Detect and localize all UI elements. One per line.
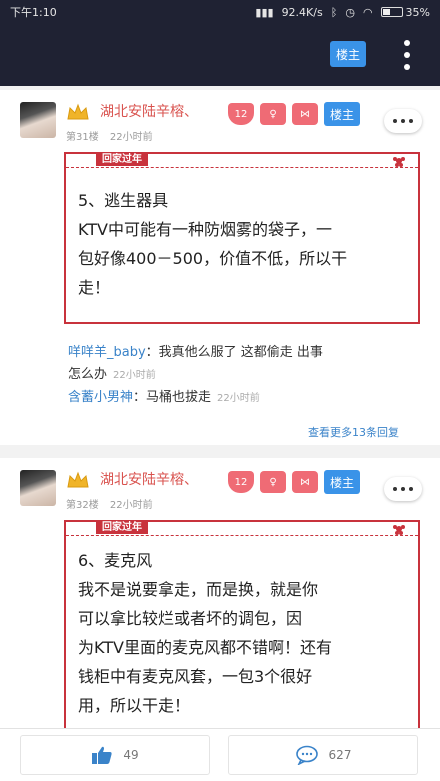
status-time: 下午1:10 (10, 6, 57, 19)
post-menu-button[interactable] (384, 477, 422, 501)
crown-icon (67, 103, 89, 120)
post-feed[interactable]: 湖北安陆辛榕、 第31楼 22小时前 12 ♀ ⋈ 楼主 回家过年 5、逃生器具… (0, 86, 440, 728)
post-time: 22小时前 (109, 500, 153, 511)
level-badge: 12 (228, 471, 254, 493)
reply-author: 咩咩羊_baby (68, 345, 146, 360)
battery-level: 35% (405, 5, 430, 19)
op-badge: 楼主 (324, 470, 360, 494)
reply-text: ：我真他么服了 这都偷走 出事 (145, 345, 323, 360)
thumbs-up-icon (92, 746, 112, 764)
bottom-action-bar: 49 627 (0, 728, 440, 781)
avatar[interactable] (20, 470, 56, 506)
signal-icon: ▮▮▮ (255, 5, 274, 19)
bow-icon: ⋈ (292, 103, 318, 125)
flower-icon (393, 525, 405, 535)
reply-text: ：马桶也拔走 (133, 390, 212, 405)
post-time: 22小时前 (109, 132, 153, 143)
card-tag: 回家过年 (96, 521, 148, 534)
status-bar: 下午1:10 ▮▮▮ 92.4K/s ᛒ ◷ ◠ 35% (0, 0, 440, 24)
reply-item[interactable]: 含蓄小男神：马桶也拔走 22小时前 (68, 387, 418, 410)
comment-count: 627 (328, 748, 352, 762)
reply-list: 咩咩羊_baby：我真他么服了 这都偷走 出事 怎么办 22小时前 含蓄小男神：马… (68, 342, 418, 410)
top-app-bar: 楼主 (0, 24, 440, 86)
alarm-icon: ◷ (345, 5, 355, 19)
like-count: 49 (123, 748, 139, 762)
content-card: 回家过年 6、麦克风 我不是说要拿走，而是换，就是你 可以拿比较烂或者坏的调包，… (64, 520, 420, 728)
floor-number: 第32楼 (66, 500, 99, 511)
flower-icon (393, 157, 405, 167)
battery-icon: 35% (380, 5, 430, 19)
crown-icon (67, 471, 89, 488)
post-menu-button[interactable] (384, 109, 422, 133)
reply-time: 22小时前 (217, 393, 260, 404)
op-badge: 楼主 (324, 102, 360, 126)
level-badge: 12 (228, 103, 254, 125)
comment-button[interactable]: 627 (228, 735, 418, 775)
card-tag: 回家过年 (96, 153, 148, 166)
more-options-icon[interactable] (400, 40, 414, 70)
username[interactable]: 湖北安陆辛榕、 (100, 101, 198, 121)
network-speed: 92.4K/s (281, 5, 323, 19)
comment-icon (295, 745, 318, 765)
floor-number: 第31楼 (66, 132, 99, 143)
view-more-replies-link[interactable]: 查看更多13条回复 (308, 424, 399, 440)
avatar[interactable] (20, 102, 56, 138)
wifi-icon: ◠ (362, 5, 373, 19)
reply-item[interactable]: 咩咩羊_baby：我真他么服了 这都偷走 出事 怎么办 22小时前 (68, 342, 418, 387)
post-content: 5、逃生器具 KTV中可能有一种防烟雾的袋子，一 包好像400－500，价值不低… (78, 191, 348, 297)
post-floor-31: 湖北安陆辛榕、 第31楼 22小时前 12 ♀ ⋈ 楼主 回家过年 5、逃生器具… (0, 90, 440, 445)
bow-icon: ⋈ (292, 471, 318, 493)
post-floor-32: 湖北安陆辛榕、 第32楼 22小时前 12 ♀ ⋈ 楼主 回家过年 6、麦克风 … (0, 458, 440, 728)
reply-author: 含蓄小男神 (68, 390, 134, 405)
reply-time: 22小时前 (113, 370, 156, 381)
like-button[interactable]: 49 (20, 735, 210, 775)
only-op-button[interactable]: 楼主 (330, 41, 366, 67)
content-card: 回家过年 5、逃生器具 KTV中可能有一种防烟雾的袋子，一 包好像400－500… (64, 152, 420, 324)
female-icon: ♀ (260, 103, 286, 125)
post-content: 6、麦克风 我不是说要拿走，而是换，就是你 可以拿比较烂或者坏的调包，因 为KT… (78, 551, 332, 715)
female-icon: ♀ (260, 471, 286, 493)
bluetooth-icon: ᛒ (330, 5, 338, 19)
username[interactable]: 湖北安陆辛榕、 (100, 469, 198, 489)
